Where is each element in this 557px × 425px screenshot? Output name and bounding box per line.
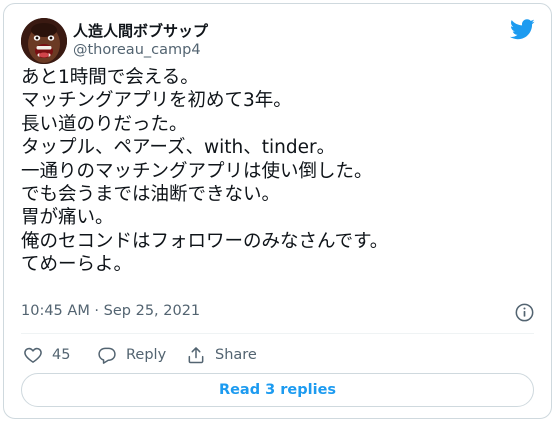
- tweet-card: 人造人間ボブサップ @thoreau_camp4 あと1時間で会える。 マッチン…: [3, 3, 552, 419]
- heart-icon: [24, 347, 42, 363]
- tweet-line: 長い道のりだった。: [21, 113, 188, 135]
- speech-bubble-icon: [98, 347, 116, 364]
- tweet-line: あと1時間で会える。: [21, 67, 199, 88]
- info-icon[interactable]: [515, 303, 534, 322]
- like-count: 45: [52, 347, 71, 363]
- tweet-line: てめーらよ。: [21, 254, 133, 276]
- tweet-line: タップル、ペアーズ、with、tinder。: [21, 137, 336, 159]
- share-button[interactable]: Share: [186, 343, 257, 367]
- share-label: Share: [215, 347, 257, 363]
- author-display-name[interactable]: 人造人間ボブサップ: [73, 20, 208, 41]
- tweet-line: マッチングアプリを初めて3年。: [21, 90, 292, 112]
- tweet-line: 俺のセコンドはフォロワーのみなさんです。: [21, 230, 389, 252]
- tweet-line: 胃が痛い。: [21, 207, 114, 229]
- read-replies-button[interactable]: Read 3 replies: [21, 373, 534, 407]
- tweet-text: あと1時間で会える。 マッチングアプリを初めて3年。 長い道のりだった。 タップ…: [21, 66, 541, 277]
- tweet-line: でも会うまでは油断できない。: [21, 184, 281, 206]
- tweet-line: 一通りのマッチングアプリは使い倒した。: [21, 160, 373, 182]
- tweet-timestamp[interactable]: 10:45 AM · Sep 25, 2021: [21, 303, 200, 319]
- twitter-bird-icon[interactable]: [510, 19, 535, 40]
- author-handle[interactable]: @thoreau_camp4: [73, 42, 201, 58]
- divider: [21, 333, 534, 334]
- avatar[interactable]: [21, 18, 67, 64]
- reply-label: Reply: [126, 347, 167, 363]
- like-button[interactable]: 45: [23, 343, 70, 367]
- share-upload-icon: [188, 347, 204, 364]
- reply-button[interactable]: Reply: [97, 343, 166, 367]
- avatar-photo: [21, 18, 67, 64]
